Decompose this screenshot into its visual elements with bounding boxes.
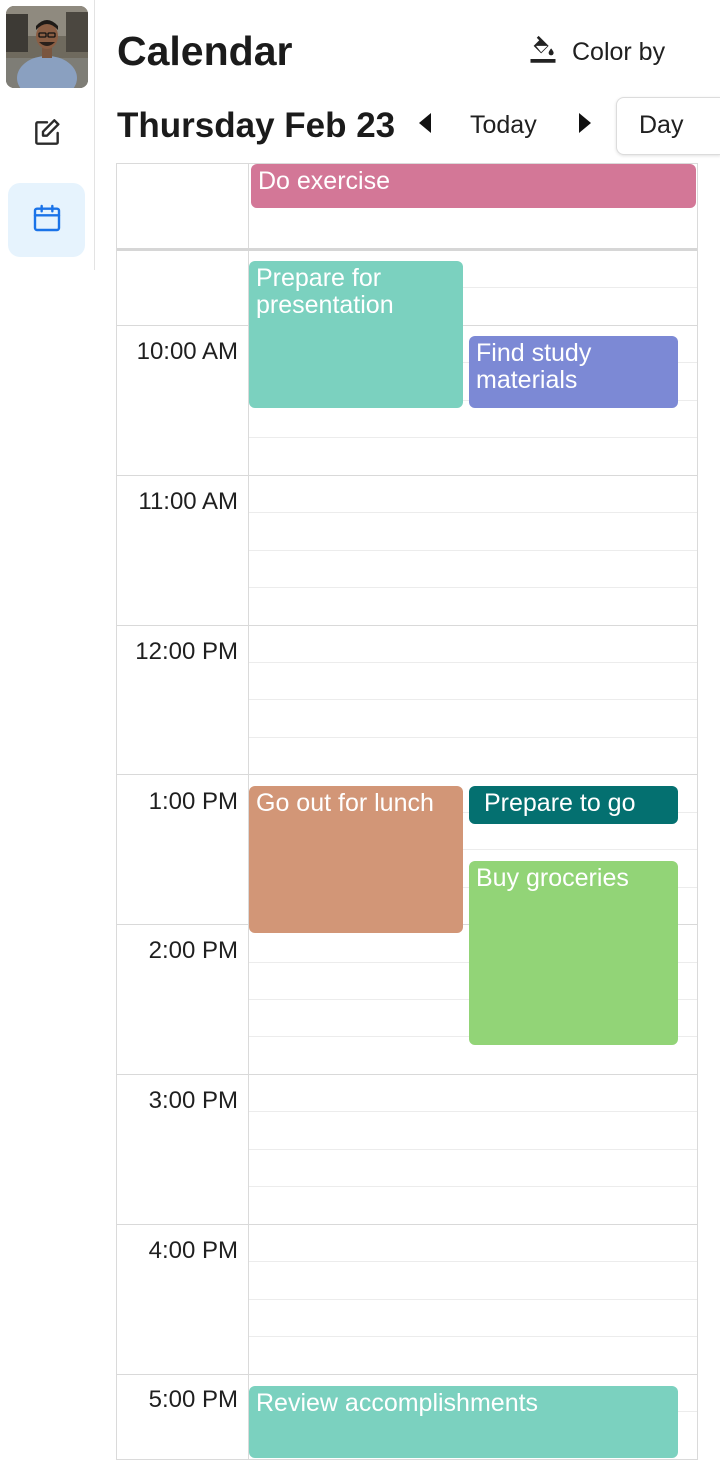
event-prepare-to-go[interactable]: Prepare to go [469, 786, 678, 824]
arrow-right-icon [577, 112, 593, 139]
day-grid: 10:00 AM 11:00 AM 12:00 PM 1:00 PM 2:00 … [116, 163, 698, 1460]
calendar-icon [31, 202, 63, 239]
time-label: 10:00 AM [136, 338, 238, 365]
time-label: 2:00 PM [148, 937, 238, 964]
slot-gridline [249, 512, 697, 513]
nav-edit-button[interactable] [8, 98, 85, 172]
hour-gridline [117, 475, 697, 476]
time-label: 5:00 PM [148, 1386, 238, 1413]
event-review-accomplishments[interactable]: Review accomplishments [249, 1386, 678, 1458]
time-label: 3:00 PM [148, 1087, 238, 1114]
hour-gridline [117, 774, 697, 775]
slot-gridline [249, 662, 697, 663]
current-date: Thursday Feb 23 [117, 106, 396, 145]
slot-gridline [249, 1299, 697, 1300]
nav-calendar-button[interactable] [8, 183, 85, 257]
event-find-study-materials[interactable]: Find study materials [469, 336, 678, 408]
page-title: Calendar [117, 28, 293, 74]
slot-gridline [249, 587, 697, 588]
view-selector[interactable]: Day [616, 97, 720, 155]
hour-gridline [117, 1224, 697, 1225]
slot-gridline [249, 699, 697, 700]
hour-gridline [117, 625, 697, 626]
event-go-out-for-lunch[interactable]: Go out for lunch [249, 786, 463, 933]
event-buy-groceries[interactable]: Buy groceries [469, 861, 678, 1045]
sidebar [0, 0, 95, 270]
time-label: 12:00 PM [135, 638, 238, 665]
paint-bucket-icon [528, 34, 558, 71]
edit-icon [31, 117, 63, 154]
avatar[interactable] [6, 6, 88, 88]
event-prepare-for-presentation[interactable]: Prepare for presentation [249, 261, 463, 408]
previous-day-button[interactable] [411, 108, 439, 142]
slot-gridline [249, 737, 697, 738]
hour-gridline [117, 1074, 697, 1075]
next-day-button[interactable] [571, 108, 599, 142]
slot-gridline [249, 1111, 697, 1112]
time-label: 11:00 AM [138, 488, 238, 515]
hour-gridline [117, 1374, 697, 1375]
today-button[interactable]: Today [470, 108, 537, 142]
color-by-label: Color by [572, 37, 666, 66]
slot-gridline [249, 437, 697, 438]
event-do-exercise[interactable]: Do exercise [251, 164, 696, 208]
slot-gridline [249, 550, 697, 551]
view-selector-label: Day [639, 111, 684, 139]
slot-gridline [249, 1336, 697, 1337]
arrow-left-icon [417, 112, 433, 139]
color-by-button[interactable]: Color by [528, 32, 665, 72]
time-label: 4:00 PM [148, 1237, 238, 1264]
slot-gridline [249, 1149, 697, 1150]
slot-gridline [249, 1261, 697, 1262]
slot-gridline [249, 1186, 697, 1187]
time-label: 1:00 PM [148, 788, 238, 815]
